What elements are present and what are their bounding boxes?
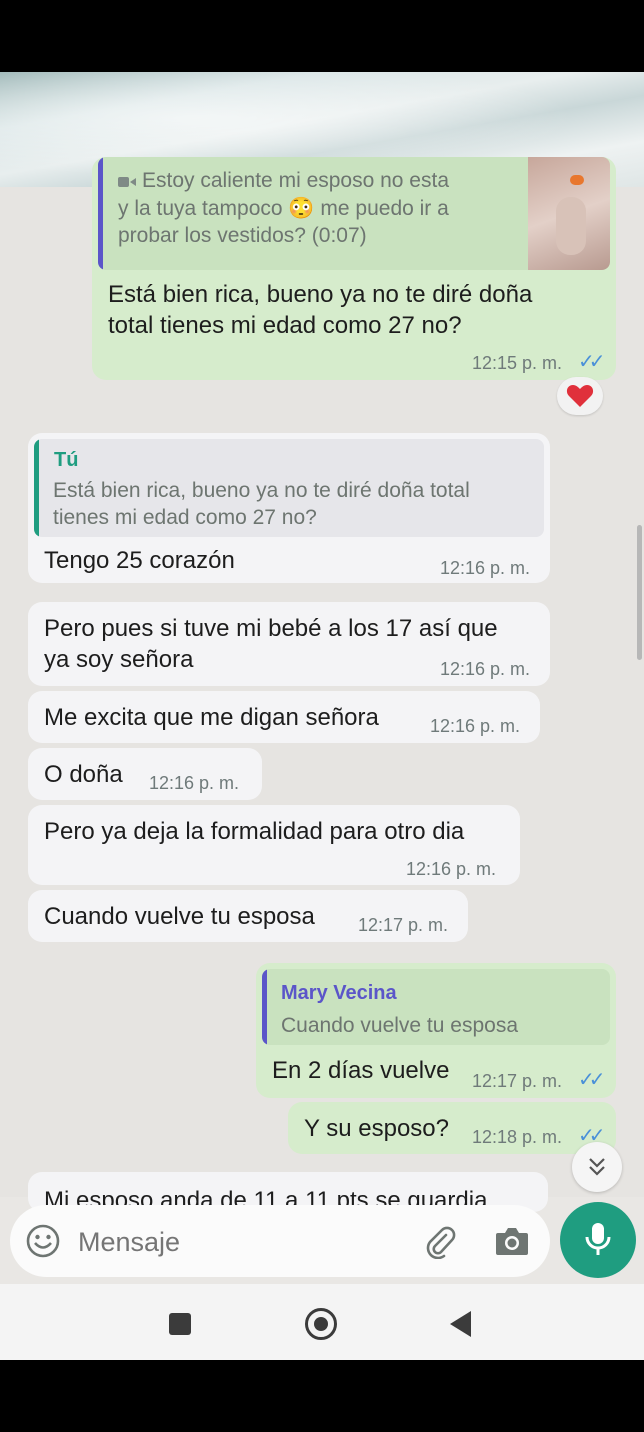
quote-bar [98, 157, 103, 270]
message-text: Está bien rica, bueno ya no te diré doña [108, 281, 533, 308]
message-time: 12:16 p. m. [430, 716, 521, 736]
scrollbar[interactable] [637, 525, 642, 660]
paperclip-icon[interactable] [422, 1223, 458, 1259]
quote-text-line: Estoy caliente mi esposo no esta [142, 169, 450, 192]
outgoing-message[interactable]: Y su esposo? 12:18 p. m. ✓✓ [288, 1102, 616, 1154]
message-text: total tienes mi edad como 27 no? [108, 312, 462, 339]
message-time: 12:15 p. m. [472, 353, 563, 373]
quote-text-line: y la tuya tampoco 😳 me puedo ir a [118, 197, 449, 220]
message-text: Tengo 25 corazón [44, 547, 235, 574]
chat-screen: Estoy caliente mi esposo no esta y la tu… [0, 72, 644, 1360]
message-text: Me excita que me digan señora [44, 704, 379, 731]
quote-text-line: probar los vestidos? (0:07) [118, 224, 367, 247]
message-text: Pero ya deja la formalidad para otro dia [44, 818, 465, 845]
video-thumbnail [528, 157, 610, 270]
message-time: 12:16 p. m. [440, 558, 531, 578]
quoted-message[interactable]: Mary Vecina Cuando vuelve tu esposa [262, 969, 610, 1045]
scroll-to-bottom-button[interactable] [572, 1142, 622, 1192]
top-letterbox [0, 0, 644, 72]
read-ticks-icon: ✓✓ [578, 1069, 605, 1091]
quoted-message[interactable]: Tú Está bien rica, bueno ya no te diré d… [34, 439, 544, 537]
home-button[interactable] [305, 1308, 337, 1340]
recents-button[interactable] [169, 1313, 191, 1335]
reaction-badge[interactable] [557, 377, 603, 415]
message-list[interactable]: Estoy caliente mi esposo no esta y la tu… [0, 157, 644, 1212]
chevrons-down-icon [589, 1158, 605, 1176]
quoted-message[interactable]: Estoy caliente mi esposo no esta y la tu… [98, 157, 610, 270]
message-time: 12:17 p. m. [358, 915, 449, 935]
outgoing-message[interactable]: Estoy caliente mi esposo no esta y la tu… [92, 157, 616, 380]
message-text: En 2 días vuelve [272, 1057, 450, 1084]
quote-bar [34, 439, 39, 537]
incoming-message[interactable]: Cuando vuelve tu esposa 12:17 p. m. [28, 890, 468, 942]
message-time: 12:16 p. m. [149, 773, 240, 793]
message-text: ya soy señora [44, 646, 194, 673]
quote-text-line: Está bien rica, bueno ya no te diré doña… [53, 479, 470, 502]
heart-icon [566, 385, 594, 407]
camera-icon[interactable] [494, 1225, 530, 1257]
read-ticks-icon: ✓✓ [578, 351, 605, 373]
bottom-letterbox [0, 1360, 644, 1432]
quote-text-line: tienes mi edad como 27 no? [53, 506, 317, 529]
message-text: Y su esposo? [304, 1115, 449, 1142]
quote-author: Mary Vecina [281, 982, 397, 1004]
quote-bar [262, 969, 267, 1045]
incoming-message[interactable]: Pero pues si tuve mi bebé a los 17 así q… [28, 602, 550, 686]
message-text: O doña [44, 761, 123, 788]
back-button[interactable] [449, 1310, 473, 1338]
message-time: 12:18 p. m. [472, 1127, 563, 1147]
message-time: 12:16 p. m. [406, 859, 497, 879]
message-input-bar [10, 1205, 550, 1277]
emoji-icon[interactable] [25, 1223, 61, 1259]
incoming-message[interactable]: Tú Está bien rica, bueno ya no te diré d… [28, 433, 550, 583]
message-input[interactable] [76, 1221, 400, 1263]
message-time: 12:17 p. m. [472, 1071, 563, 1091]
quote-text-line: Cuando vuelve tu esposa [281, 1014, 518, 1037]
microphone-icon [585, 1223, 611, 1255]
message-text: Cuando vuelve tu esposa [44, 903, 315, 930]
system-nav-bar [0, 1284, 644, 1360]
message-text: Pero pues si tuve mi bebé a los 17 así q… [44, 615, 498, 642]
outgoing-message[interactable]: Mary Vecina Cuando vuelve tu esposa En 2… [256, 963, 616, 1098]
incoming-message[interactable]: O doña 12:16 p. m. [28, 748, 262, 800]
incoming-message[interactable]: Pero ya deja la formalidad para otro dia… [28, 805, 520, 885]
voice-message-button[interactable] [560, 1202, 636, 1278]
quote-author: Tú [54, 449, 79, 471]
incoming-message[interactable]: Me excita que me digan señora 12:16 p. m… [28, 691, 540, 743]
video-icon [118, 177, 136, 187]
message-time: 12:16 p. m. [440, 659, 531, 679]
